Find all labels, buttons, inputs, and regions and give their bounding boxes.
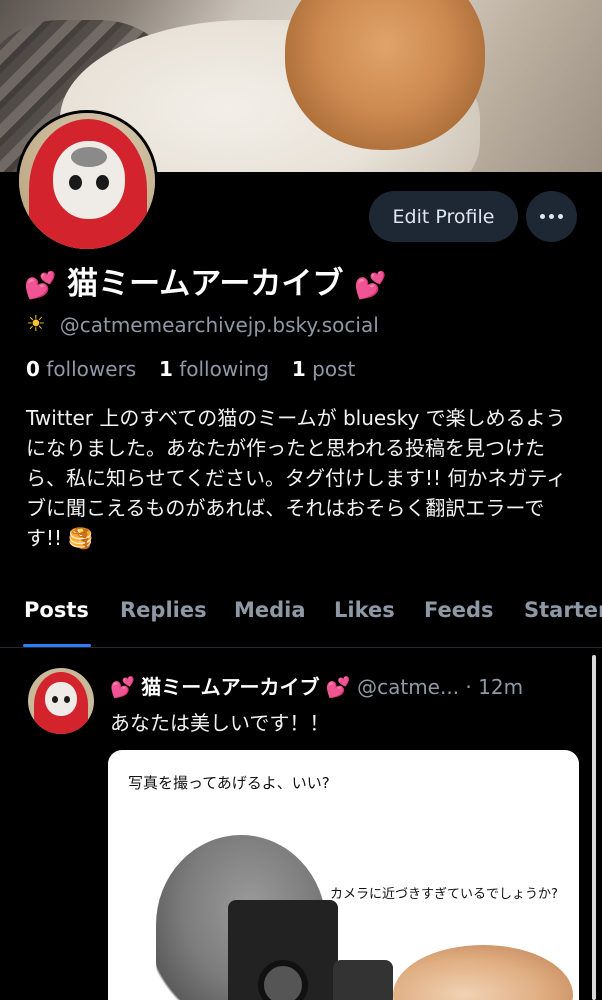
tab-media[interactable]: Media [234, 598, 306, 622]
tab-likes[interactable]: Likes [334, 598, 395, 622]
post-timestamp[interactable]: 12m [478, 675, 523, 699]
posts-stat: 1 post [291, 357, 356, 381]
tab-feeds[interactable]: Feeds [424, 598, 494, 622]
following-stat[interactable]: 1 following [159, 357, 269, 381]
post-separator: · [465, 675, 472, 699]
post-text: あなたは美しいです！！ [110, 711, 330, 735]
sunrise-icon: ☀ [26, 312, 46, 337]
camera-lens [333, 960, 393, 1000]
post-author-avatar[interactable] [28, 668, 94, 734]
followers-stat[interactable]: 0 followers [26, 357, 136, 381]
profile-handle-row: ☀ @catmemearchivejp.bsky.social [26, 312, 379, 337]
ellipsis-icon [540, 214, 545, 219]
active-tab-indicator [23, 644, 91, 647]
camera [228, 900, 338, 1000]
post-header: 💕 猫ミームアーカイブ 💕 @catme... · 12m [110, 671, 523, 700]
profile-stats: 0 followers 1 following 1 post [26, 357, 355, 381]
profile-display-name: 💕 猫ミームアーカイブ 💕 [24, 266, 387, 302]
more-options-button[interactable] [526, 191, 577, 242]
tab-replies[interactable]: Replies [120, 598, 207, 622]
image-caption-side: カメラに近づきすぎているでしょうか? [330, 887, 558, 902]
avatar-cat-face [53, 141, 125, 219]
feed-post[interactable]: 💕 猫ミームアーカイブ 💕 @catme... · 12m あなたは美しいです！… [0, 649, 602, 1000]
tab-starter-packs[interactable]: Starter [524, 598, 602, 622]
post-author-name[interactable]: 猫ミームアーカイブ [141, 675, 319, 699]
profile-bio: Twitter 上のすべての猫のミームが bluesky で楽しめるようになりま… [26, 406, 567, 550]
profile-handle[interactable]: @catmemearchivejp.bsky.social [60, 313, 379, 337]
post-author-handle[interactable]: @catme... [357, 675, 459, 699]
tab-posts[interactable]: Posts [24, 598, 89, 622]
scrollbar[interactable] [592, 655, 596, 1000]
heart-icon: 💕 [354, 271, 387, 301]
heart-icon: 💕 [325, 675, 351, 699]
edit-profile-button[interactable]: Edit Profile [369, 191, 518, 242]
heart-icon: 💕 [24, 271, 57, 301]
profile-tabs: Posts Replies Media Likes Feeds Starter [0, 596, 602, 648]
image-caption-top: 写真を撮ってあげるよ、いい? [128, 774, 330, 792]
orange-kitten [393, 945, 573, 1000]
profile-avatar[interactable] [16, 110, 158, 252]
post-image[interactable]: 写真を撮ってあげるよ、いい? カメラに近づきすぎているでしょうか? [108, 750, 579, 1000]
heart-icon: 💕 [110, 675, 135, 699]
